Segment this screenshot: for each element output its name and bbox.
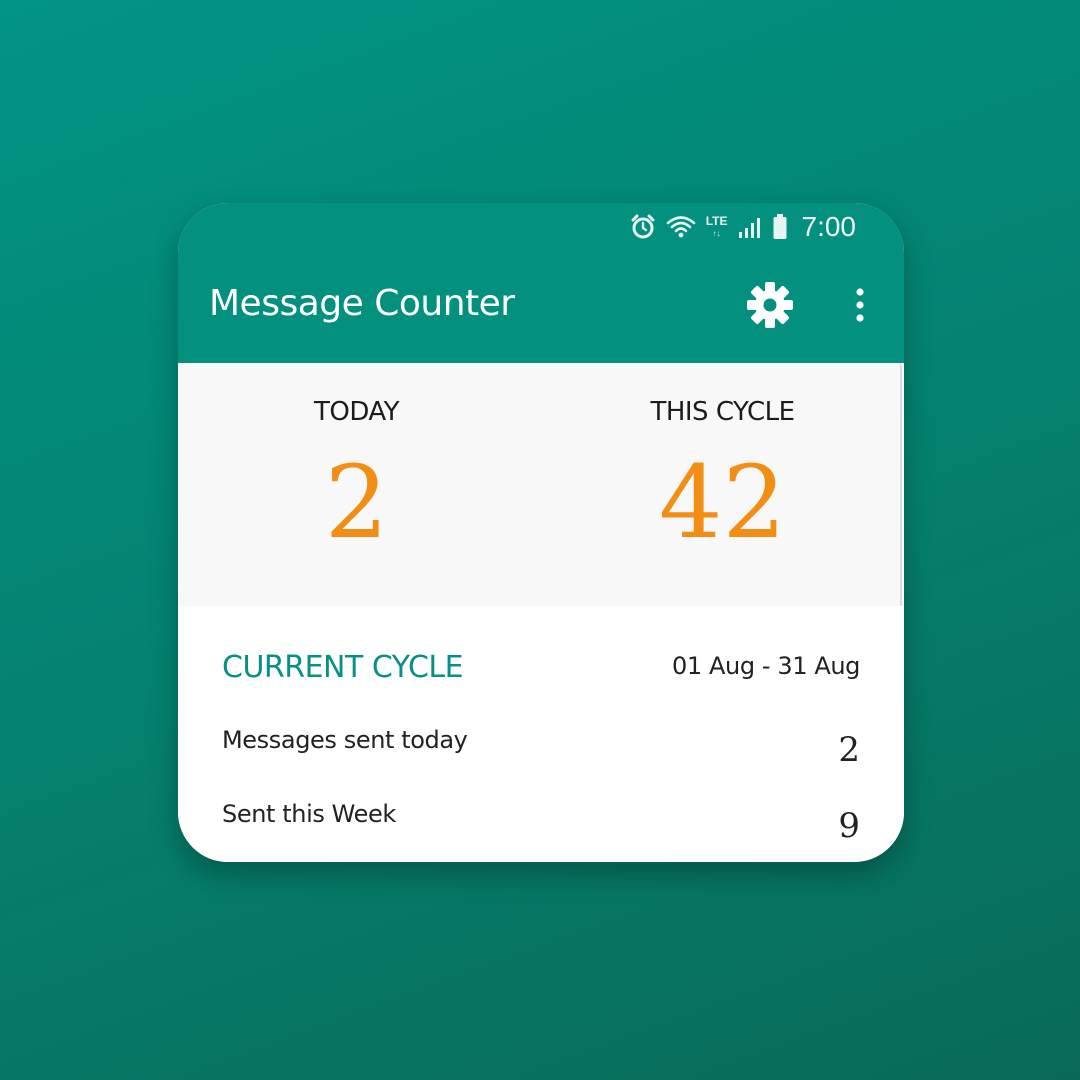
this-cycle-count: 42 [658, 444, 787, 561]
messages-sent-today-label: Messages sent today [222, 726, 468, 754]
cycle-summary: THIS CYCLE 42 [541, 363, 904, 606]
lte-icon: LTE ↑↓ [705, 213, 728, 238]
app-bar: Message Counter [178, 251, 904, 363]
network-label: LTE [705, 213, 728, 228]
this-cycle-label: THIS CYCLE [650, 397, 795, 427]
current-cycle-section: CURRENT CYCLE 01 Aug - 31 Aug Messages s… [178, 606, 904, 862]
app-window: LTE ↑↓ 7:00 Message Counter TODAY 2 THIS… [178, 203, 904, 862]
summary-panel: TODAY 2 THIS CYCLE 42 [178, 363, 904, 606]
app-title: Message Counter [209, 283, 515, 324]
alarm-icon [630, 214, 656, 240]
messages-sent-today-value: 2 [838, 730, 860, 770]
sent-this-week-value: 9 [838, 806, 860, 846]
status-bar: LTE ↑↓ 7:00 [178, 203, 904, 251]
status-clock: 7:00 [801, 211, 857, 242]
today-label: TODAY [313, 397, 400, 427]
gear-icon [745, 280, 795, 335]
status-icons: LTE ↑↓ 7:00 [630, 209, 856, 245]
today-summary: TODAY 2 [178, 363, 541, 606]
more-options-button[interactable] [842, 283, 878, 331]
battery-icon [772, 213, 788, 241]
wifi-icon [666, 215, 696, 239]
more-vertical-icon [855, 287, 865, 328]
today-count: 2 [324, 444, 389, 561]
signal-icon [738, 215, 762, 239]
settings-button[interactable] [744, 281, 796, 333]
sent-this-week-label: Sent this Week [222, 800, 396, 828]
cycle-date-range[interactable]: 01 Aug - 31 Aug [672, 652, 860, 680]
current-cycle-heading: CURRENT CYCLE [222, 650, 464, 685]
